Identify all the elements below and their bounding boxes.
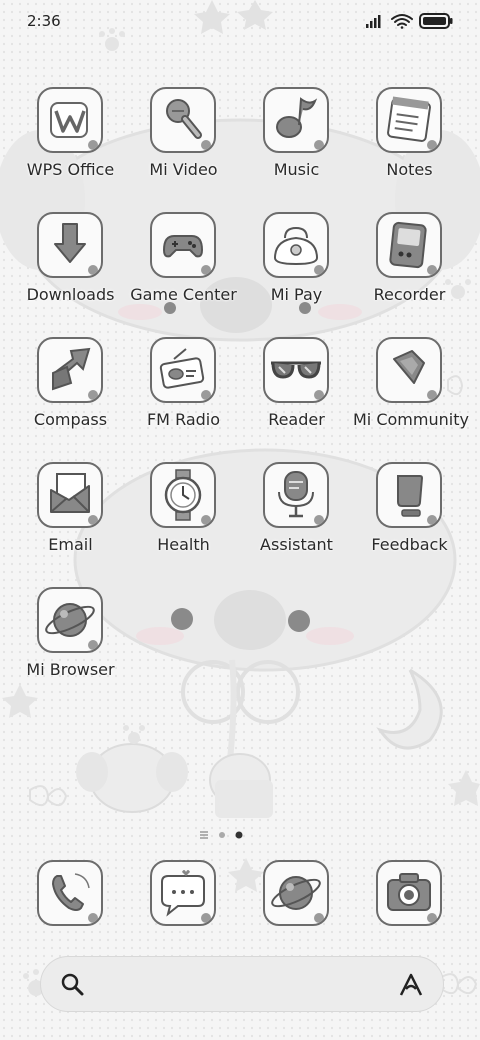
app-assistant[interactable]: Assistant bbox=[240, 462, 353, 572]
music-icon bbox=[276, 97, 324, 150]
app-label: Email bbox=[48, 535, 93, 554]
app-compass[interactable]: Compass bbox=[14, 337, 127, 447]
app-label: Recorder bbox=[373, 285, 446, 304]
app-mi-video[interactable]: Mi Video bbox=[127, 87, 240, 197]
app-game-center[interactable]: Game Center bbox=[127, 212, 240, 322]
compass-icon bbox=[52, 347, 98, 400]
mi-browser-icon bbox=[45, 603, 98, 650]
app-music[interactable]: Music bbox=[240, 87, 353, 197]
app-downloads[interactable]: Downloads bbox=[14, 212, 127, 322]
app-label: Music bbox=[273, 160, 320, 179]
dock-messaging[interactable] bbox=[150, 860, 216, 926]
signal-icon bbox=[366, 15, 381, 28]
fm-radio-icon bbox=[159, 348, 211, 400]
status-time: 2:36 bbox=[27, 12, 61, 30]
app-recorder[interactable]: Recorder bbox=[353, 212, 466, 322]
app-label: FM Radio bbox=[146, 410, 221, 429]
mi-pay-icon bbox=[273, 226, 324, 275]
app-email[interactable]: Email bbox=[14, 462, 127, 572]
search-icon[interactable] bbox=[59, 971, 85, 997]
email-icon bbox=[50, 473, 98, 525]
phone-icon bbox=[52, 873, 98, 923]
app-label: WPS Office bbox=[26, 160, 115, 179]
search-input[interactable] bbox=[97, 967, 381, 1003]
app-label: Game Center bbox=[130, 285, 237, 304]
app-health[interactable]: Health bbox=[127, 462, 240, 572]
status-bar: 2:36 bbox=[0, 0, 480, 44]
mi-video-icon bbox=[166, 99, 211, 150]
status-icons bbox=[366, 13, 453, 29]
battery-icon bbox=[419, 13, 453, 29]
wps-office-icon bbox=[50, 102, 98, 150]
app-label: Downloads bbox=[26, 285, 115, 304]
dock-browser[interactable] bbox=[263, 860, 329, 926]
messaging-icon bbox=[161, 870, 211, 923]
app-label: Mi Browser bbox=[26, 660, 115, 679]
app-label: Assistant bbox=[260, 535, 333, 554]
app-label: Reader bbox=[268, 410, 325, 429]
page-indicator[interactable] bbox=[198, 829, 258, 841]
app-mi-pay[interactable]: Mi Pay bbox=[240, 212, 353, 322]
notes-icon bbox=[387, 96, 437, 150]
mi-community-icon bbox=[393, 350, 437, 400]
app-label: Compass bbox=[33, 410, 108, 429]
dock-camera[interactable] bbox=[376, 860, 442, 926]
page-dot bbox=[219, 832, 225, 838]
voice-assistant-icon[interactable] bbox=[397, 971, 425, 999]
wifi-icon bbox=[391, 14, 413, 29]
app-list-icon bbox=[200, 831, 208, 839]
app-label: Mi Video bbox=[149, 160, 218, 179]
page-dot-active bbox=[235, 831, 243, 839]
assistant-icon bbox=[278, 471, 324, 525]
game-center-icon bbox=[162, 235, 211, 275]
app-label: Health bbox=[157, 535, 210, 554]
app-label: Mi Pay bbox=[270, 285, 323, 304]
app-mi-browser[interactable]: Mi Browser bbox=[14, 587, 127, 697]
feedback-icon bbox=[397, 475, 437, 525]
camera-icon bbox=[387, 873, 437, 923]
search-bar[interactable] bbox=[40, 956, 444, 1012]
app-mi-community[interactable]: Mi Community bbox=[353, 337, 469, 447]
browser-icon bbox=[271, 876, 324, 923]
app-reader[interactable]: Reader bbox=[240, 337, 353, 447]
reader-icon bbox=[271, 361, 324, 400]
app-label: Mi Community bbox=[353, 410, 469, 429]
app-notes[interactable]: Notes bbox=[353, 87, 466, 197]
dock-phone[interactable] bbox=[37, 860, 103, 926]
app-label: Feedback bbox=[371, 535, 448, 554]
downloads-icon bbox=[54, 223, 98, 275]
app-fm-radio[interactable]: FM Radio bbox=[127, 337, 240, 447]
app-feedback[interactable]: Feedback bbox=[353, 462, 466, 572]
recorder-icon bbox=[389, 221, 437, 275]
health-icon bbox=[164, 469, 211, 525]
app-wps-office[interactable]: WPS Office bbox=[14, 87, 127, 197]
app-label: Notes bbox=[386, 160, 433, 179]
